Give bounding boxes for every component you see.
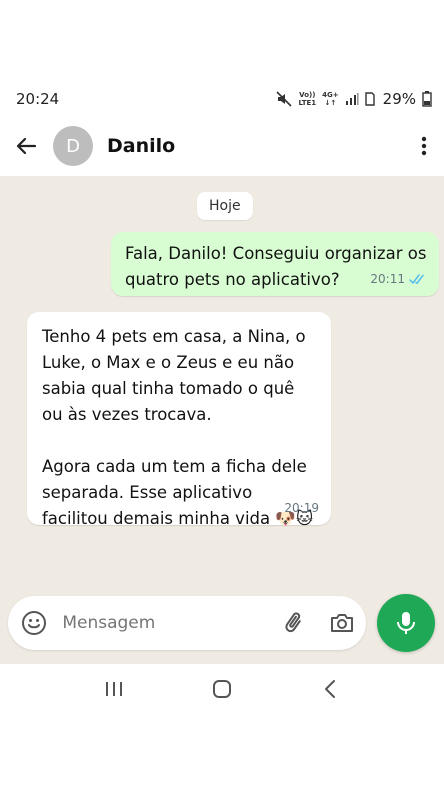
volte-text: Vo)): [299, 91, 316, 99]
top-blank-area: [0, 0, 444, 82]
attach-button[interactable]: [281, 607, 309, 639]
chat-area[interactable]: Hoje Fala, Danilo! Conseguiu organizar o…: [0, 176, 444, 664]
microphone-icon: [397, 612, 415, 634]
signal-icon: [345, 92, 359, 106]
lte-text: LTE1: [298, 99, 317, 107]
status-bar: 20:24 Vo)) LTE1 4G+ ↓↑ 29%: [0, 82, 444, 116]
network-gen-text: 4G+: [322, 91, 339, 99]
system-back-button[interactable]: [310, 669, 350, 709]
battery-icon: [422, 91, 432, 107]
message-composer[interactable]: [8, 596, 366, 650]
avatar[interactable]: D: [53, 126, 93, 166]
outgoing-message[interactable]: Fala, Danilo! Conseguiu organizar os qua…: [111, 232, 439, 296]
volte-indicator: Vo)) LTE1: [298, 91, 316, 107]
camera-button[interactable]: [328, 607, 356, 639]
back-button[interactable]: [0, 116, 52, 176]
network-gen-indicator: 4G+ ↓↑: [322, 91, 338, 107]
chevron-left-icon: [325, 680, 335, 698]
double-check-read-icon: [409, 273, 424, 284]
paperclip-icon: [285, 612, 302, 633]
back-arrow-icon: [16, 137, 37, 155]
incoming-message[interactable]: Tenho 4 pets em casa, a Nina, o Luke, o …: [27, 312, 331, 528]
emoji-icon: [22, 611, 47, 635]
message-time: 20:11: [370, 272, 405, 286]
message-input[interactable]: [62, 613, 282, 633]
avatar-letter: D: [66, 135, 80, 157]
message-meta: 20:19: [284, 495, 319, 521]
chat-header: D Danilo: [0, 116, 444, 176]
more-vertical-icon: [421, 136, 427, 156]
date-chip: Hoje: [197, 192, 253, 220]
camera-icon: [330, 614, 353, 632]
home-button[interactable]: [202, 669, 242, 709]
message-text: Tenho 4 pets em casa, a Nina, o Luke, o …: [42, 327, 314, 528]
sim-icon: [364, 92, 375, 106]
battery-percent: 29%: [382, 90, 416, 108]
status-icons: Vo)) LTE1 4G+ ↓↑ 29%: [276, 90, 432, 108]
emoji-button[interactable]: [20, 607, 48, 639]
mute-icon: [276, 91, 293, 107]
message-time: 20:19: [284, 501, 319, 515]
recent-apps-button[interactable]: [94, 669, 134, 709]
system-nav-bar: [0, 664, 444, 714]
more-options-button[interactable]: [404, 116, 444, 176]
home-icon: [213, 680, 231, 698]
recent-apps-icon: [106, 682, 122, 696]
status-time: 20:24: [16, 90, 60, 108]
voice-message-button[interactable]: [377, 594, 435, 652]
message-meta: 20:11: [370, 266, 427, 292]
bottom-blank-area: [0, 714, 444, 800]
contact-name[interactable]: Danilo: [107, 135, 404, 157]
data-arrows-icon: ↓↑: [324, 99, 337, 107]
